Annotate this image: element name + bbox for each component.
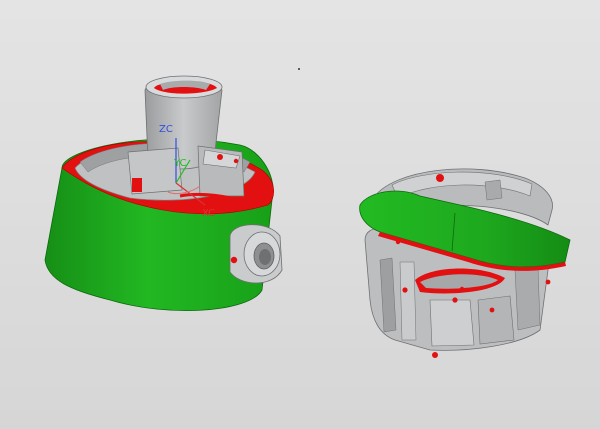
background-dot (298, 68, 300, 70)
model-canvas[interactable]: ZC YC XC (0, 0, 600, 429)
bracket-ring-part[interactable] (359, 168, 571, 358)
z-axis-label: ZC (159, 124, 173, 135)
housing-hole-1 (217, 154, 223, 160)
y-axis-label: YC (173, 158, 187, 169)
x-axis-label: XC (202, 208, 215, 219)
housing-hole-2 (233, 158, 239, 164)
ring-hole-top (436, 174, 444, 182)
cad-viewport[interactable]: ZC YC XC (0, 0, 600, 429)
housing-side-boss[interactable] (229, 224, 283, 284)
housing-red-slot (132, 178, 142, 192)
housing-base-part[interactable] (44, 75, 283, 311)
